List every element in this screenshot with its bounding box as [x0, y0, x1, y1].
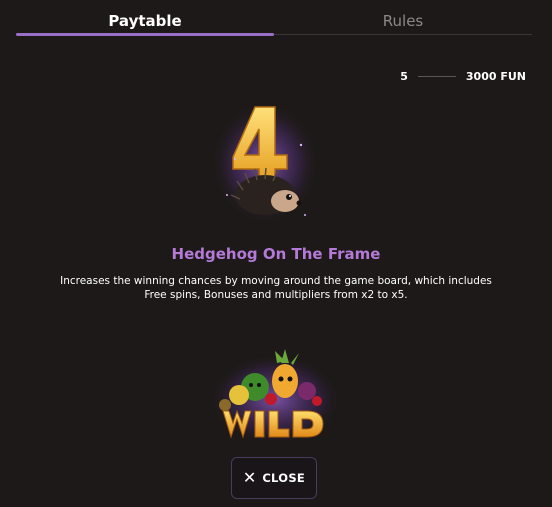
- payout-divider: [417, 75, 456, 77]
- tab-bar: Paytable Rules: [16, 0, 532, 36]
- payout-amount: 3000 FUN: [465, 69, 526, 83]
- tab-paytable[interactable]: Paytable: [16, 0, 274, 36]
- close-icon: ✕: [242, 468, 257, 487]
- close-button[interactable]: ✕ CLOSE: [231, 457, 317, 499]
- tab-rules[interactable]: Rules: [274, 0, 532, 36]
- payout-row: 5 3000 FUN: [400, 68, 526, 84]
- tab-active-indicator: [16, 33, 274, 36]
- hedgehog-4-icon: [210, 101, 320, 225]
- close-label: CLOSE: [262, 471, 306, 485]
- wild-fruits-icon: [209, 349, 341, 440]
- symbol-title: Hedgehog On The Frame: [171, 245, 381, 263]
- symbol-description: Increases the winning chances by moving …: [60, 275, 492, 301]
- payout-count: 5: [400, 69, 408, 83]
